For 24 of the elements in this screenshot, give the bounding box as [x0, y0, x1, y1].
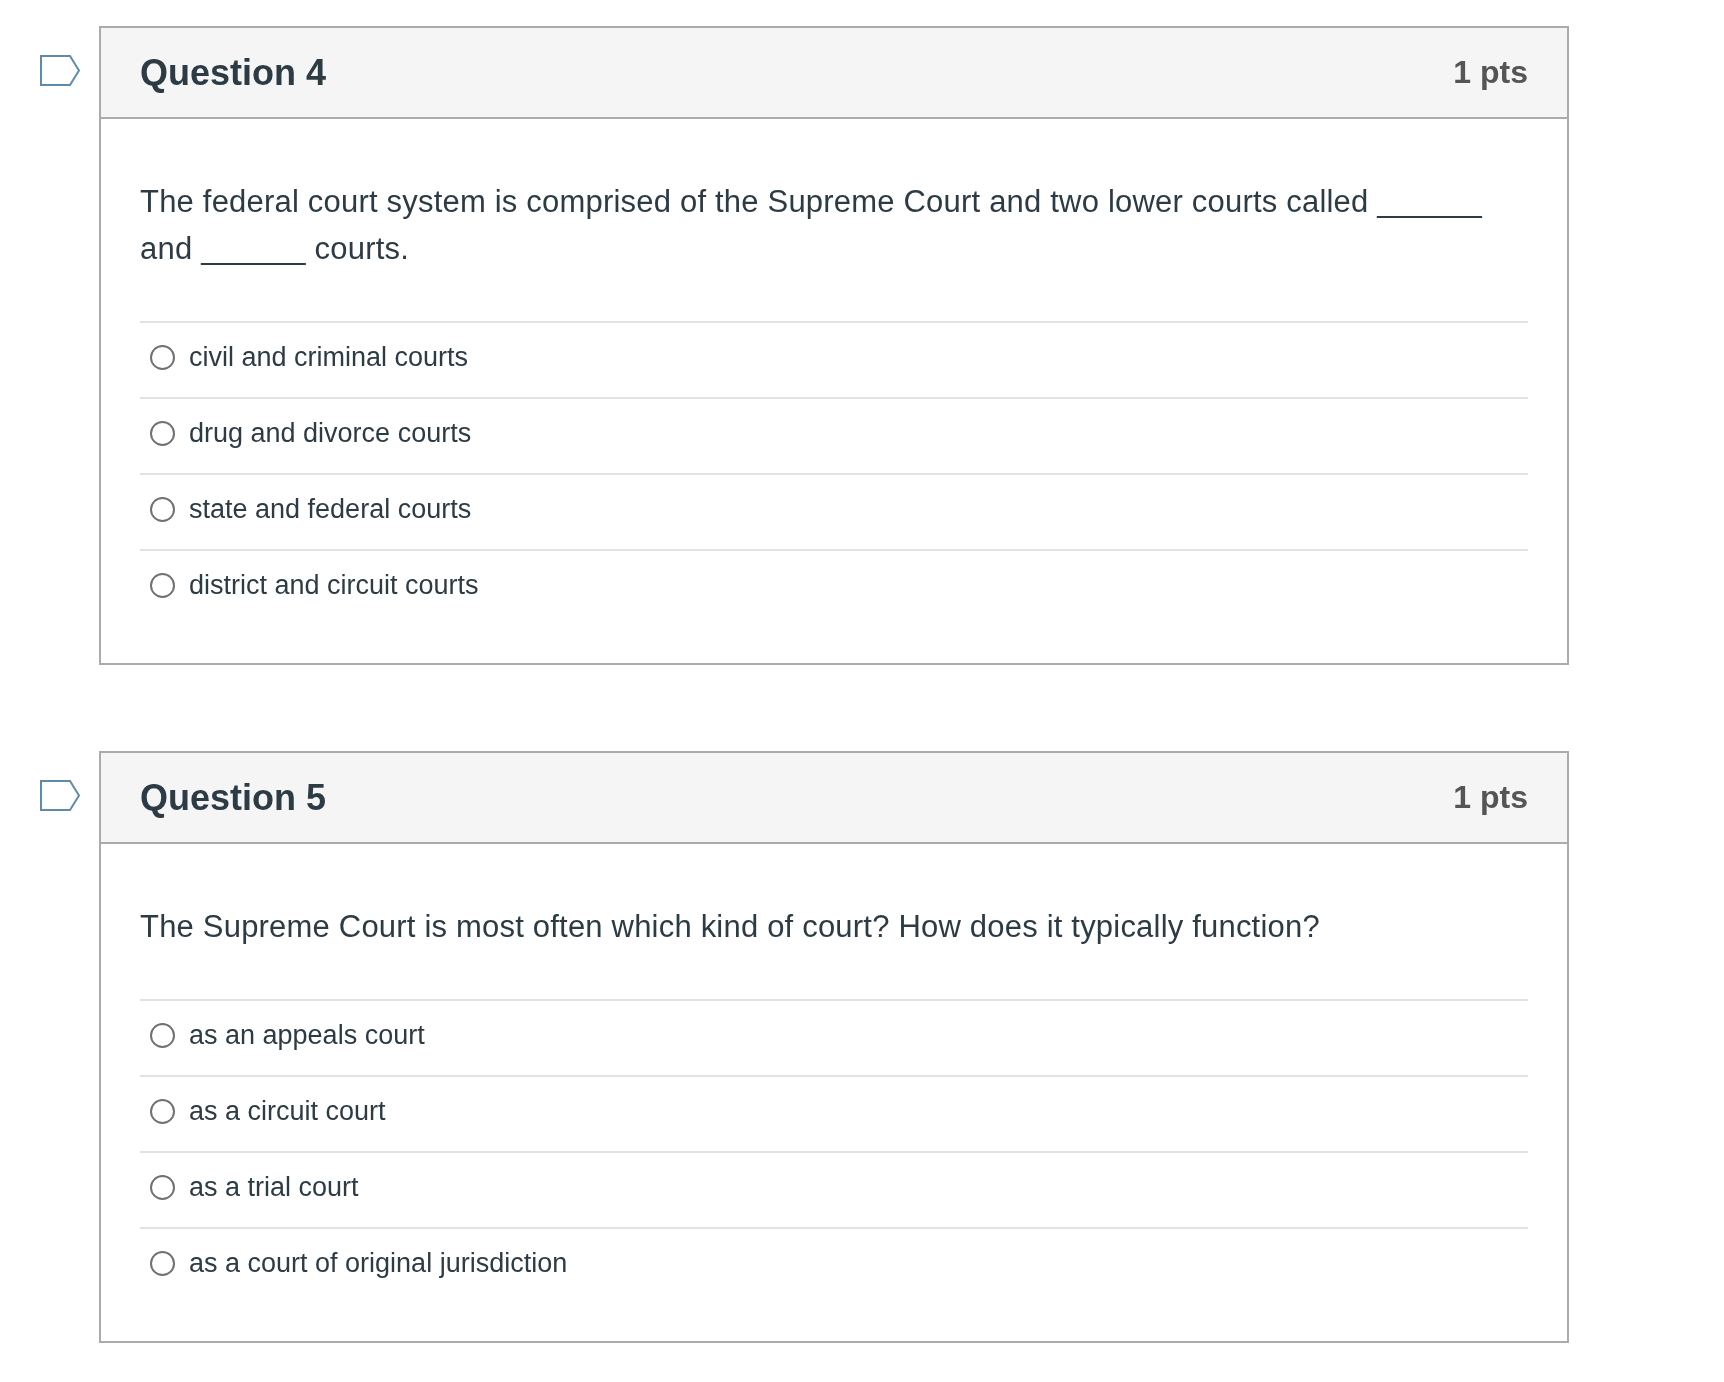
- answer-label[interactable]: as a court of original jurisdiction: [189, 1246, 568, 1280]
- radio-button[interactable]: [150, 420, 175, 446]
- radio-button[interactable]: [150, 1098, 175, 1124]
- answer-label[interactable]: district and circuit courts: [189, 568, 479, 602]
- answer-label[interactable]: as an appeals court: [189, 1018, 425, 1052]
- radio-button[interactable]: [150, 1250, 175, 1276]
- radio-button[interactable]: [150, 1174, 175, 1200]
- points-label: 1 pts: [1453, 779, 1528, 816]
- answer-label[interactable]: as a circuit court: [189, 1094, 386, 1128]
- radio-button[interactable]: [150, 1022, 175, 1048]
- question-text: The Supreme Court is most often which kind of court? How does it typically function?: [140, 908, 1321, 946]
- answer-label[interactable]: state and federal courts: [189, 492, 472, 526]
- points-label: 1 pts: [1453, 54, 1528, 91]
- radio-button[interactable]: [150, 344, 175, 370]
- answer-label[interactable]: as a trial court: [189, 1170, 359, 1204]
- question-title: Question 4: [140, 51, 327, 94]
- tag-icon[interactable]: [40, 55, 80, 86]
- radio-button[interactable]: [150, 496, 175, 522]
- answer-label[interactable]: drug and divorce courts: [189, 416, 472, 450]
- tag-icon[interactable]: [40, 780, 80, 811]
- radio-button[interactable]: [150, 572, 175, 598]
- answer-label[interactable]: civil and criminal courts: [189, 340, 469, 374]
- question-text: The federal court system is comprised of the Supreme Court and two lower courts called ______ and ______ courts.: [140, 183, 1483, 268]
- question-title: Question 5: [140, 776, 327, 819]
